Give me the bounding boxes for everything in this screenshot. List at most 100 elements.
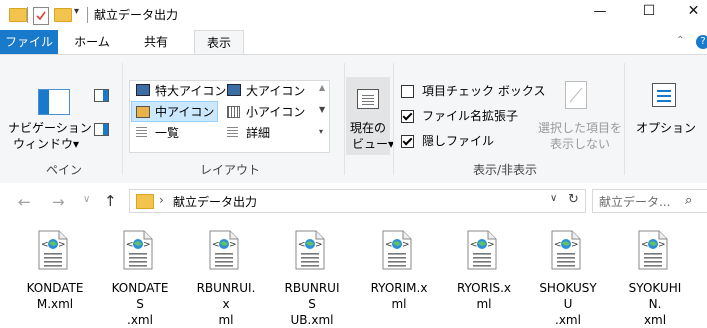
breadcrumb-separator: › [159, 193, 164, 207]
file-name-line1: KONDATE [26, 281, 84, 295]
file-name-line2: xml [643, 313, 667, 327]
minimize-button[interactable]: — [585, 4, 615, 19]
file-name: SHOKUSYU .xml [537, 280, 599, 328]
group-label-pane: ペイン [45, 163, 82, 177]
file-name: KONDATE M.xml [24, 280, 86, 312]
layout-extra-large-icons[interactable]: 特大アイコン [155, 82, 226, 99]
help-icon[interactable]: ? [696, 35, 707, 49]
search-field[interactable]: 献立データ... ⌕ [592, 189, 707, 213]
file-name-line2: .xml [127, 313, 153, 327]
file-extensions-checkbox[interactable] [401, 110, 414, 123]
ribbon-tabs: ファイル ホーム 共有 表示 ⌃ ? [0, 30, 707, 55]
gallery-scroll-up-icon[interactable]: ▲ [319, 83, 325, 92]
navigation-pane-dropdown[interactable]: ウィンドウ▾ [13, 135, 79, 152]
tab-home[interactable]: ホーム [64, 30, 120, 54]
layout-small-icons[interactable]: 小アイコン [246, 103, 305, 120]
xml-file-icon: < > [38, 230, 68, 270]
group-separator [624, 63, 625, 175]
svg-text:>: > [658, 240, 666, 250]
file-name-line1: SHOKUSYU [539, 281, 597, 311]
svg-text:>: > [402, 240, 410, 250]
current-view-icon [357, 89, 379, 109]
svg-text:<: < [554, 240, 562, 250]
preview-pane-icon[interactable] [94, 89, 109, 102]
file-name-line1: KONDATES [111, 281, 169, 311]
file-name: KONDATES .xml [109, 280, 171, 328]
file-name-line1: SYOKUHIN. [628, 281, 682, 311]
tab-view[interactable]: 表示 [194, 30, 244, 55]
file-name-line2: UB.xml [290, 313, 334, 327]
svg-text:<: < [641, 240, 649, 250]
refresh-icon[interactable]: ↻ [568, 192, 579, 207]
options-icon [652, 83, 676, 107]
details-pane-icon[interactable] [94, 123, 109, 136]
layout-details[interactable]: 詳細 [246, 124, 270, 141]
group-separator [122, 63, 123, 175]
file-extensions-label[interactable]: ファイル名拡張子 [422, 107, 518, 124]
gallery-scroll-down-icon[interactable]: ▼ [319, 105, 325, 114]
file-name-line1: RBUNRUI.x [196, 281, 256, 311]
close-button[interactable]: ✕ [680, 3, 707, 19]
tab-file[interactable]: ファイル [0, 30, 58, 54]
file-name: SYOKUHIN. xml [624, 280, 686, 328]
collapse-ribbon-icon[interactable]: ⌃ [676, 35, 684, 46]
back-arrow-icon[interactable]: ← [18, 193, 31, 211]
ribbon: ナビゲーション ウィンドウ▾ ペイン 特大アイコン 大アイコン 中アイコン 小ア… [0, 54, 707, 184]
svg-text:<: < [126, 240, 134, 250]
options-button[interactable]: オプション [636, 119, 696, 136]
navigation-pane-label[interactable]: ナビゲーション [8, 119, 92, 136]
hide-selected-label[interactable]: 選択した項目を [538, 119, 622, 136]
file-list: < > KONDATE M.xml < > KONDATES .xml < > RBUNRUI.x m… [0, 222, 707, 327]
large-icons-icon [227, 84, 241, 96]
medium-icons-icon [136, 106, 150, 118]
svg-text:>: > [58, 240, 66, 250]
divider [27, 7, 28, 23]
xml-file-icon: < > [638, 230, 668, 270]
group-separator [393, 63, 394, 175]
list-icon [136, 127, 147, 137]
item-checkboxes-label[interactable]: 項目チェック ボックス [422, 82, 545, 99]
current-view-label[interactable]: 現在の [350, 119, 386, 136]
window-title: 献立データ出力 [94, 8, 179, 22]
address-field[interactable]: › 献立データ出力 ∨ ↻ [129, 189, 586, 213]
hidden-files-checkbox[interactable] [401, 135, 414, 148]
recent-locations-icon[interactable]: ∨ [83, 194, 90, 205]
folder-icon [136, 194, 154, 209]
search-placeholder: 献立データ... [599, 195, 671, 209]
address-dropdown-icon[interactable]: ∨ [550, 193, 557, 204]
xml-file-icon: < > [209, 230, 239, 270]
new-folder-icon[interactable] [54, 8, 72, 22]
svg-text:<: < [41, 240, 49, 250]
maximize-button[interactable]: ☐ [634, 3, 664, 19]
forward-arrow-icon[interactable]: → [52, 193, 65, 211]
up-arrow-icon[interactable]: ↑ [104, 192, 117, 210]
xml-file-icon: < > [382, 230, 412, 270]
divider [87, 7, 88, 23]
layout-medium-icons[interactable]: 中アイコン [155, 103, 214, 120]
group-separator [344, 63, 345, 175]
hide-selected-icon [565, 81, 587, 109]
small-icons-icon [227, 106, 240, 118]
file-name-line2: .xml [555, 313, 581, 327]
tab-share[interactable]: 共有 [134, 30, 178, 54]
xml-file-icon: < > [123, 230, 153, 270]
svg-text:>: > [315, 240, 323, 250]
customize-quick-access-icon[interactable]: ▾ [74, 6, 79, 17]
gallery-expand-icon[interactable]: ▾ [319, 127, 323, 136]
layout-list[interactable]: 一覧 [155, 124, 179, 141]
hidden-files-label[interactable]: 隠しファイル [422, 132, 494, 149]
svg-text:>: > [487, 240, 495, 250]
current-view-dropdown[interactable]: ビュー▾ [352, 135, 394, 152]
search-icon[interactable]: ⌕ [685, 193, 692, 208]
file-name: RYORIM.x ml [368, 280, 430, 312]
breadcrumb-current-folder[interactable]: 献立データ出力 [173, 193, 257, 210]
layout-large-icons[interactable]: 大アイコン [246, 82, 305, 99]
svg-text:<: < [385, 240, 393, 250]
title-bar: ▾ 献立データ出力 — ☐ ✕ [0, 0, 707, 30]
properties-icon[interactable] [33, 7, 49, 25]
hide-selected-label-2[interactable]: 表示しない [550, 135, 610, 152]
item-checkboxes-checkbox[interactable] [401, 85, 414, 98]
folder-icon [9, 8, 27, 22]
group-label-layout: レイアウト [200, 163, 261, 177]
file-name: RBUNRUIS UB.xml [281, 280, 343, 328]
